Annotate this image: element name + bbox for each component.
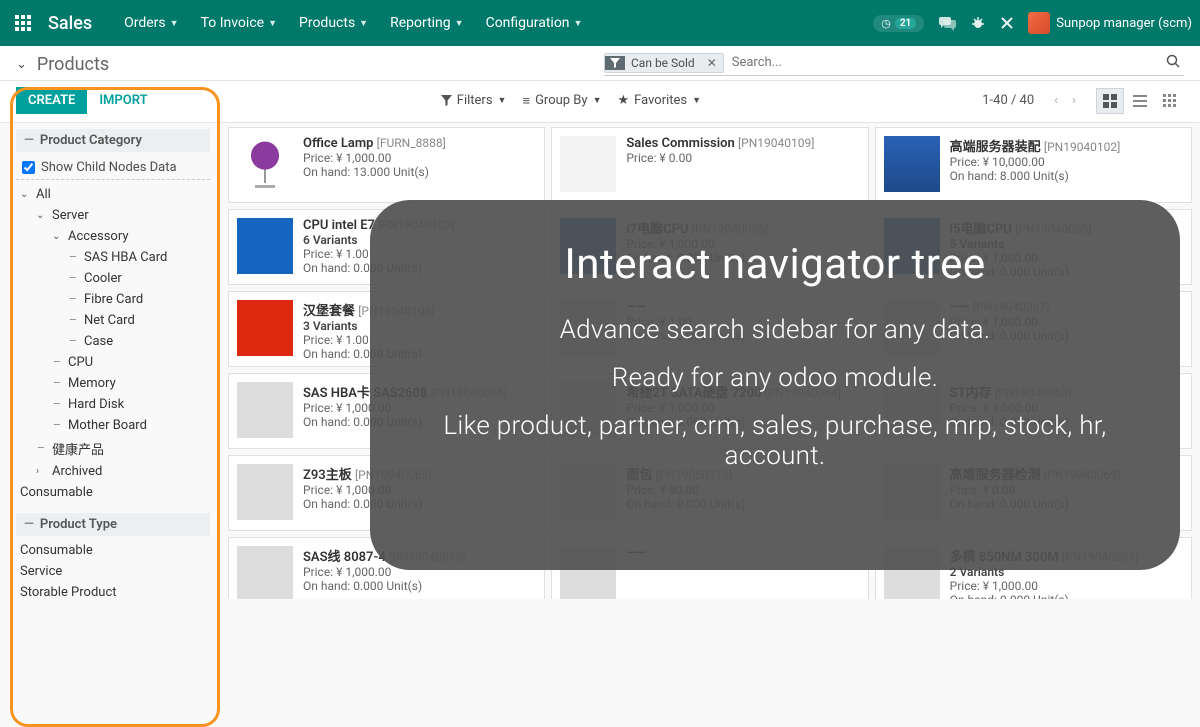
star-icon: ★	[617, 93, 629, 108]
timer-badge[interactable]: ◷ 21	[873, 15, 924, 32]
brand-title[interactable]: Sales	[42, 13, 110, 34]
overlay-title: Interact navigator tree	[420, 240, 1130, 289]
tree-node[interactable]: –Fibre Card	[16, 289, 210, 310]
product-thumb	[237, 546, 293, 599]
overlay-line-1: Advance search sidebar for any data.	[420, 315, 1130, 345]
tree-node[interactable]: –CPU	[16, 352, 210, 373]
timer-count: 21	[895, 18, 916, 29]
product-thumb	[237, 136, 293, 192]
product-name: Sales Commission [PN19040109]	[626, 136, 859, 151]
product-stock: On hand: 8.000 Unit(s)	[950, 169, 1183, 183]
product-stock: On hand: 13.000 Unit(s)	[303, 165, 536, 179]
tree-node[interactable]: –SAS HBA Card	[16, 247, 210, 268]
promo-overlay: Interact navigator tree Advance search s…	[370, 200, 1180, 570]
pager-next[interactable]: ›	[1066, 89, 1082, 112]
action-bar: CREATE IMPORT Filters▼ ≡ Group By▼ ★ Fav…	[0, 81, 1200, 123]
search-icon[interactable]	[1162, 54, 1184, 72]
tree-node[interactable]: –Memory	[16, 373, 210, 394]
product-type-header[interactable]: Product Type	[16, 513, 210, 536]
list-icon: ≡	[522, 93, 530, 109]
tree-node-all[interactable]: ⌄All	[16, 184, 210, 205]
product-thumb	[237, 300, 293, 356]
product-price: Price: ¥ 10,000.00	[950, 155, 1183, 169]
page-title: Products	[37, 54, 109, 75]
nav-item-configuration[interactable]: Configuration▼	[476, 7, 593, 39]
nav-item-products[interactable]: Products▼	[289, 7, 378, 39]
filter-pill-label: Can be Sold	[625, 54, 701, 72]
product-card[interactable]: 高端服务器装配 [PN19040102]Price: ¥ 10,000.00On…	[875, 127, 1192, 203]
product-card[interactable]: Office Lamp [FURN_8888]Price: ¥ 1,000.00…	[228, 127, 545, 203]
user-menu[interactable]: Sunpop manager (scm)	[1028, 12, 1192, 34]
nav-item-reporting[interactable]: Reporting▼	[380, 7, 473, 39]
product-price: Price: ¥ 0.00	[626, 151, 859, 165]
import-button[interactable]: IMPORT	[87, 87, 159, 114]
tree-node[interactable]: –Mother Board	[16, 415, 210, 436]
close-icon[interactable]	[1000, 16, 1014, 30]
show-child-checkbox[interactable]: Show Child Nodes Data	[16, 156, 210, 180]
funnel-icon	[605, 56, 625, 70]
product-name: Office Lamp [FURN_8888]	[303, 136, 536, 151]
product-thumb	[237, 464, 293, 520]
product-price: Price: ¥ 1,000.00	[950, 579, 1183, 593]
tree-node[interactable]: –Cooler	[16, 268, 210, 289]
tree-node[interactable]: –Net Card	[16, 310, 210, 331]
product-stock: On hand: 0.000 Unit(s)	[950, 593, 1183, 599]
clock-icon: ◷	[881, 17, 891, 30]
nav-item-orders[interactable]: Orders▼	[114, 7, 188, 39]
tree-node-consumable[interactable]: Consumable	[16, 482, 210, 503]
overlay-line-3: Like product, partner, crm, sales, purch…	[420, 411, 1130, 471]
tree-node-server[interactable]: ⌄Server	[16, 205, 210, 226]
product-thumb	[237, 382, 293, 438]
top-navbar: Sales Orders▼To Invoice▼Products▼Reporti…	[0, 0, 1200, 46]
tree-node-accessory[interactable]: ⌄Accessory	[16, 226, 210, 247]
filters-button[interactable]: Filters▼	[441, 93, 507, 109]
bug-icon[interactable]	[970, 15, 986, 31]
kanban-view-button[interactable]	[1096, 88, 1124, 114]
list-view-button[interactable]	[1126, 88, 1154, 114]
tree-node[interactable]: –Case	[16, 331, 210, 352]
apps-icon[interactable]	[8, 8, 38, 38]
tree-node[interactable]: –Hard Disk	[16, 394, 210, 415]
avatar	[1028, 12, 1050, 34]
type-item[interactable]: Consumable	[16, 540, 210, 561]
category-sidebar: Product Category Show Child Nodes Data ⌄…	[0, 123, 220, 599]
product-thumb	[560, 136, 616, 192]
filter-pill-remove[interactable]: ✕	[701, 54, 723, 72]
groupby-button[interactable]: ≡ Group By▼	[522, 93, 601, 109]
user-name: Sunpop manager (scm)	[1056, 16, 1192, 31]
product-name: 高端服务器装配 [PN19040102]	[950, 136, 1183, 155]
messaging-icon[interactable]	[938, 15, 956, 31]
search-bar: Can be Sold ✕	[604, 52, 1184, 76]
product-category-header[interactable]: Product Category	[16, 129, 210, 152]
product-stock: On hand: 0.000 Unit(s)	[303, 579, 536, 593]
product-price: Price: ¥ 1,000.00	[303, 151, 536, 165]
overlay-line-2: Ready for any odoo module.	[420, 363, 1130, 393]
nav-item-to-invoice[interactable]: To Invoice▼	[191, 7, 287, 39]
create-button[interactable]: CREATE	[16, 87, 87, 114]
tree-node-health[interactable]: –健康产品	[16, 436, 210, 461]
breadcrumb-row: ⌄ Products Can be Sold ✕	[0, 46, 1200, 81]
filter-pill: Can be Sold ✕	[604, 53, 724, 73]
grid-view-button[interactable]	[1156, 88, 1184, 114]
chevron-down-icon[interactable]: ⌄	[16, 57, 27, 72]
type-item[interactable]: Service	[16, 561, 210, 582]
product-thumb	[884, 136, 940, 192]
pager-text: 1-40 / 40	[982, 93, 1034, 108]
favorites-button[interactable]: ★ Favorites▼	[617, 93, 701, 109]
search-input[interactable]	[724, 52, 1162, 73]
product-card[interactable]: Sales Commission [PN19040109]Price: ¥ 0.…	[551, 127, 868, 203]
product-thumb	[237, 218, 293, 274]
tree-node-archived[interactable]: ›Archived	[16, 461, 210, 482]
pager-prev[interactable]: ‹	[1048, 89, 1064, 112]
